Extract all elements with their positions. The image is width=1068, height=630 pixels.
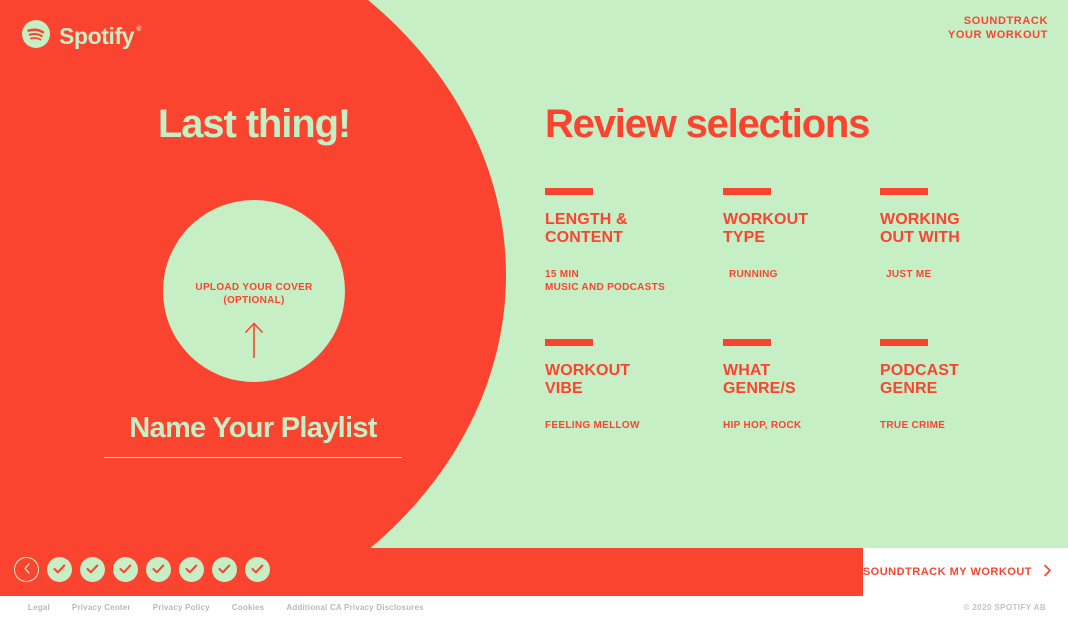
review-card-rule bbox=[880, 188, 928, 195]
step-dot-7[interactable] bbox=[245, 557, 270, 582]
step-dot-2[interactable] bbox=[80, 557, 105, 582]
review-card-value: JUST ME bbox=[886, 268, 932, 280]
chevron-right-icon bbox=[1043, 564, 1052, 580]
review-card-genres[interactable]: WHAT GENRE/S HIP HOP, ROCK bbox=[723, 338, 880, 432]
step-progress-indicator bbox=[14, 557, 270, 582]
footer-links: Legal Privacy Center Privacy Policy Cook… bbox=[28, 603, 424, 612]
chevron-left-icon bbox=[23, 561, 31, 579]
left-panel: Last thing! UPLOAD YOUR COVER (OPTIONAL) bbox=[0, 0, 508, 548]
review-card-value: HIP HOP, ROCK bbox=[723, 419, 802, 431]
review-card-rule bbox=[545, 188, 593, 195]
review-card-label: PODCAST GENRE bbox=[880, 361, 959, 397]
check-icon bbox=[251, 561, 264, 579]
review-card-label: WORKOUT TYPE bbox=[723, 211, 809, 246]
playlist-name-input[interactable] bbox=[104, 412, 402, 458]
footer-link-legal[interactable]: Legal bbox=[28, 603, 50, 612]
cover-upload-dropzone[interactable]: UPLOAD YOUR COVER (OPTIONAL) bbox=[163, 200, 345, 382]
step-dot-6[interactable] bbox=[212, 557, 237, 582]
review-card-length-content[interactable]: LENGTH & CONTENT 15 MIN MUSIC AND PODCAS… bbox=[545, 188, 723, 295]
check-icon bbox=[218, 561, 231, 579]
check-icon bbox=[86, 561, 99, 579]
review-card-value: RUNNING bbox=[729, 268, 778, 280]
cover-upload-label-line-2: (OPTIONAL) bbox=[223, 294, 285, 306]
review-card-rule bbox=[545, 338, 593, 346]
review-card-value: TRUE CRIME bbox=[880, 419, 946, 431]
review-card-podcast-genre[interactable]: PODCAST GENRE TRUE CRIME bbox=[880, 338, 1050, 432]
footer-link-cookies[interactable]: Cookies bbox=[232, 603, 265, 612]
step-dot-1[interactable] bbox=[47, 557, 72, 582]
cta-label: SOUNDTRACK MY WORKOUT bbox=[862, 566, 1032, 578]
review-card-label: WHAT GENRE/S bbox=[723, 361, 796, 397]
review-card-value: FEELING MELLOW bbox=[545, 419, 640, 431]
soundtrack-my-workout-button[interactable]: SOUNDTRACK MY WORKOUT bbox=[863, 548, 1052, 596]
footer-link-privacy-policy[interactable]: Privacy Policy bbox=[153, 603, 210, 612]
review-card-label: LENGTH & CONTENT bbox=[545, 211, 628, 246]
review-card-rule bbox=[723, 338, 771, 346]
footer-link-privacy-center[interactable]: Privacy Center bbox=[72, 603, 131, 612]
footer: Legal Privacy Center Privacy Policy Cook… bbox=[0, 596, 1068, 630]
review-card-label: WORKOUT VIBE bbox=[545, 361, 631, 397]
review-card-value: 15 MIN MUSIC AND PODCASTS bbox=[545, 268, 666, 294]
cover-upload-label-line-1: UPLOAD YOUR COVER bbox=[195, 281, 313, 293]
back-button[interactable] bbox=[14, 557, 39, 582]
review-selections-grid: LENGTH & CONTENT 15 MIN MUSIC AND PODCAS… bbox=[545, 188, 1050, 432]
check-icon bbox=[53, 561, 66, 579]
arrow-up-icon bbox=[243, 321, 265, 364]
review-card-workout-type[interactable]: WORKOUT TYPE RUNNING bbox=[723, 188, 880, 295]
review-card-rule bbox=[723, 188, 771, 195]
check-icon bbox=[152, 561, 165, 579]
footer-link-additional-ca-privacy-disclosures[interactable]: Additional CA Privacy Disclosures bbox=[286, 603, 423, 612]
review-card-working-out-with[interactable]: WORKING OUT WITH JUST ME bbox=[880, 188, 1050, 295]
right-panel: Review selections LENGTH & CONTENT 15 MI… bbox=[545, 0, 1050, 548]
check-icon bbox=[119, 561, 132, 579]
review-card-rule bbox=[880, 338, 928, 346]
review-selections-title: Review selections bbox=[545, 102, 870, 146]
bottom-bar: SOUNDTRACK MY WORKOUT bbox=[0, 548, 1068, 596]
review-card-workout-vibe[interactable]: WORKOUT VIBE FEELING MELLOW bbox=[545, 338, 723, 432]
page-title: Last thing! bbox=[157, 102, 351, 146]
step-dot-5[interactable] bbox=[179, 557, 204, 582]
footer-copyright: © 2020 SPOTIFY AB bbox=[963, 603, 1046, 612]
stage-background: Spotify ® SOUNDTRACK YOUR WORKOUT Last th… bbox=[0, 0, 1068, 548]
step-dot-4[interactable] bbox=[146, 557, 171, 582]
review-card-label: WORKING OUT WITH bbox=[880, 211, 960, 246]
spotify-soundtrack-your-workout-page: Spotify ® SOUNDTRACK YOUR WORKOUT Last th… bbox=[0, 0, 1068, 630]
check-icon bbox=[185, 561, 198, 579]
step-dot-3[interactable] bbox=[113, 557, 138, 582]
playlist-name-field bbox=[104, 412, 402, 458]
cover-upload-label: UPLOAD YOUR COVER (OPTIONAL) bbox=[195, 281, 312, 307]
